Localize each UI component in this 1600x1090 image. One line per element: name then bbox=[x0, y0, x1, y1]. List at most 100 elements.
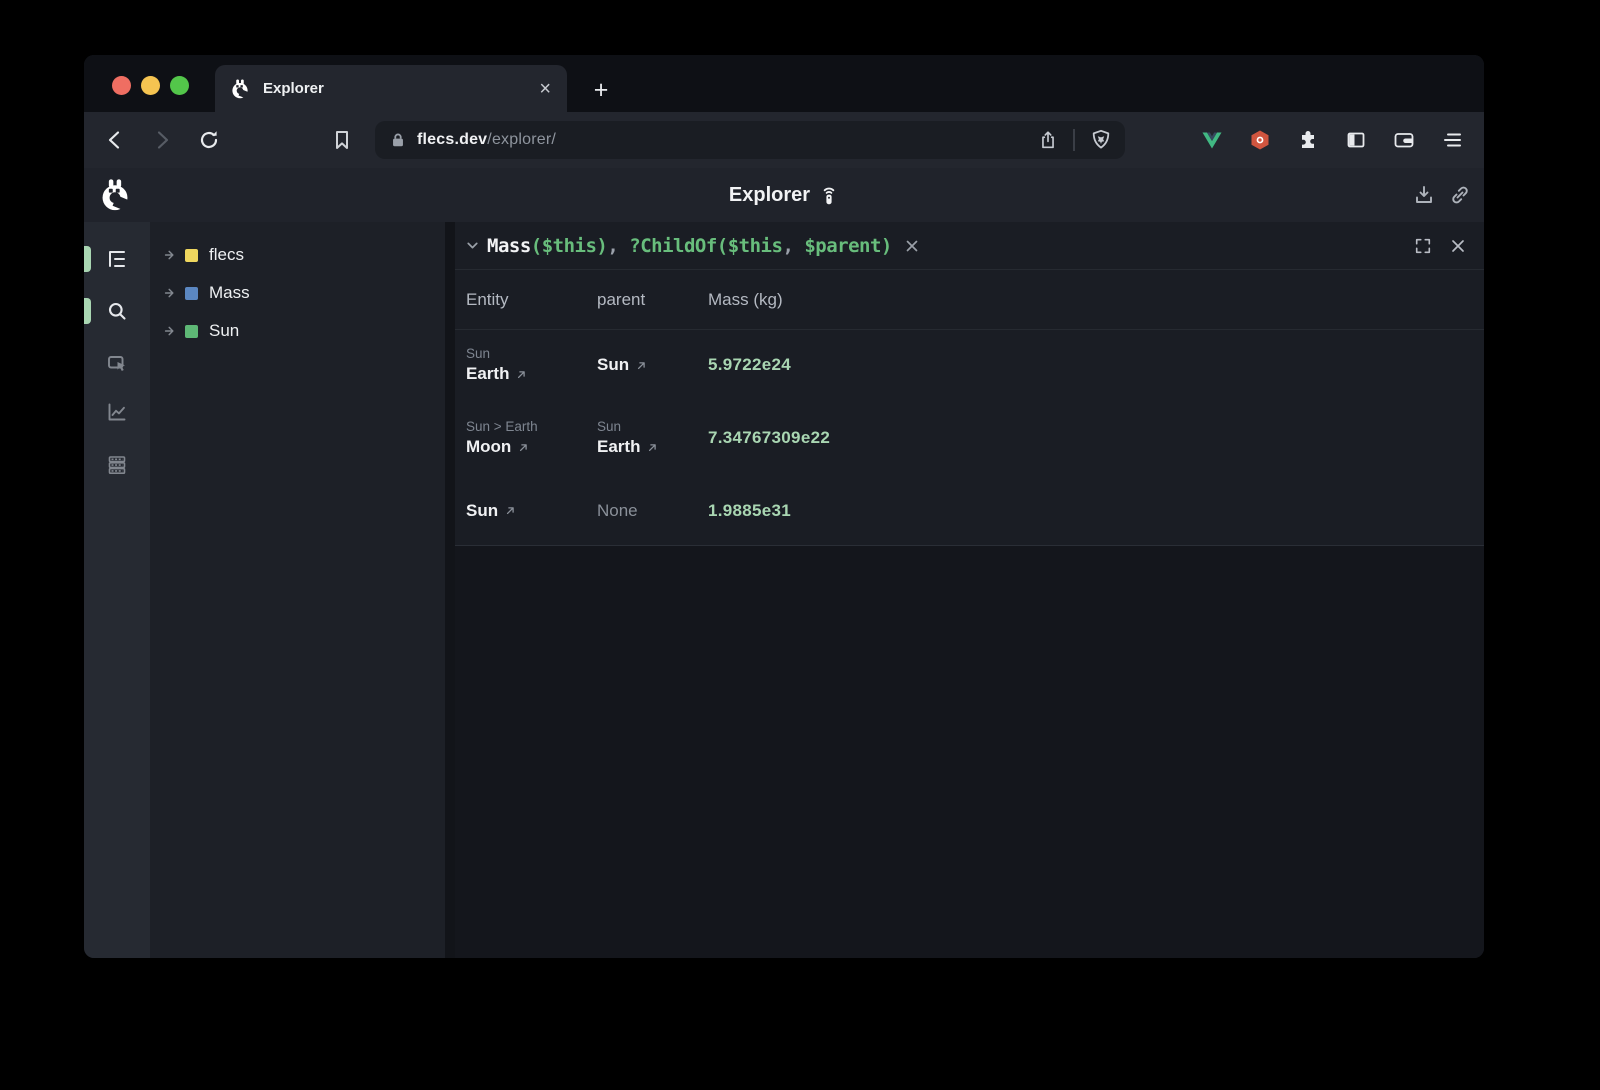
tree-item-label: Mass bbox=[209, 283, 250, 303]
header-actions bbox=[1412, 183, 1472, 207]
url-path: /explorer/ bbox=[487, 131, 556, 148]
tree-item[interactable]: Mass bbox=[150, 274, 445, 312]
mass-value: 7.34767309e22 bbox=[708, 428, 1484, 448]
new-tab-button[interactable]: + bbox=[587, 78, 615, 103]
browser-toolbar: flecs.dev/explorer/ bbox=[84, 112, 1484, 168]
page-title-text: Explorer bbox=[729, 184, 810, 207]
column-header-entity: Entity bbox=[466, 290, 597, 310]
browser-tab-strip: Explorer × + bbox=[84, 55, 1484, 112]
lock-icon bbox=[389, 131, 407, 149]
page-title: Explorer bbox=[84, 168, 1484, 222]
sidebar-toggle-icon[interactable] bbox=[1344, 128, 1368, 152]
open-entity-arrow-icon[interactable] bbox=[515, 368, 528, 381]
url-bar[interactable]: flecs.dev/explorer/ bbox=[375, 121, 1125, 159]
tree-item[interactable]: Sun bbox=[150, 312, 445, 350]
url-text: flecs.dev/explorer/ bbox=[417, 131, 556, 149]
close-panel-icon[interactable] bbox=[1450, 238, 1466, 254]
active-indicator-search bbox=[84, 298, 91, 324]
table-row: Sun > Earth Moon Sun Earth bbox=[455, 400, 1484, 476]
parent-cell: None bbox=[597, 501, 708, 521]
chevron-down-icon[interactable] bbox=[464, 237, 481, 254]
parent-cell[interactable]: Sun bbox=[597, 355, 708, 375]
entity-cell[interactable]: Sun bbox=[466, 501, 597, 521]
flecs-favicon bbox=[229, 78, 251, 100]
entity-link[interactable]: Earth bbox=[466, 364, 509, 384]
tree-item-list: flecs Mass Sun bbox=[150, 236, 445, 350]
chart-icon[interactable] bbox=[105, 400, 129, 424]
hexagon-extension-icon[interactable] bbox=[1248, 128, 1272, 152]
parent-link[interactable]: None bbox=[597, 501, 638, 521]
desktop-background: Explorer × + flecs.dev/explorer/ bbox=[0, 0, 1600, 1090]
extension-icons bbox=[1200, 128, 1464, 152]
tree-item-label: Sun bbox=[209, 321, 239, 341]
extensions-puzzle-icon[interactable] bbox=[1296, 128, 1320, 152]
link-icon[interactable] bbox=[1448, 183, 1472, 207]
content-area: flecs Mass Sun bbox=[84, 222, 1484, 958]
query-expression[interactable]: Mass($this), ?ChildOf($this, $parent) bbox=[487, 235, 892, 257]
tree-item[interactable]: flecs bbox=[150, 236, 445, 274]
mass-value: 1.9885e31 bbox=[708, 501, 1484, 521]
search-icon[interactable] bbox=[105, 299, 129, 323]
share-icon[interactable] bbox=[1037, 129, 1059, 151]
expand-arrow-icon[interactable] bbox=[162, 247, 178, 263]
entity-cell[interactable]: Sun Earth bbox=[466, 346, 597, 384]
entity-color-swatch bbox=[185, 287, 198, 300]
open-entity-arrow-icon[interactable] bbox=[504, 504, 517, 517]
panel-divider bbox=[445, 222, 455, 958]
parent-link[interactable]: Earth bbox=[597, 437, 640, 457]
window-controls bbox=[112, 76, 189, 95]
wallet-icon[interactable] bbox=[1392, 128, 1416, 152]
menu-hamburger-icon[interactable] bbox=[1440, 128, 1464, 152]
close-tab-icon[interactable]: × bbox=[539, 79, 551, 99]
entity-link[interactable]: Sun bbox=[466, 501, 498, 521]
minimize-window-button[interactable] bbox=[141, 76, 160, 95]
column-header-parent: parent bbox=[597, 290, 708, 310]
active-indicator-tree bbox=[84, 246, 91, 272]
column-header-mass: Mass (kg) bbox=[708, 290, 1484, 310]
parent-link[interactable]: Sun bbox=[597, 355, 629, 375]
app-header: Explorer bbox=[84, 168, 1484, 222]
table-row: Sun Earth Sun bbox=[455, 330, 1484, 400]
sidebar-rail bbox=[84, 222, 150, 958]
rows-icon[interactable] bbox=[105, 453, 129, 477]
vue-devtools-icon[interactable] bbox=[1200, 128, 1224, 152]
entity-color-swatch bbox=[185, 325, 198, 338]
toolbar-divider bbox=[1073, 129, 1075, 151]
mass-value: 5.9722e24 bbox=[708, 355, 1484, 375]
url-domain: flecs.dev bbox=[417, 131, 487, 148]
reload-button[interactable] bbox=[197, 128, 221, 152]
query-bar: Mass($this), ?ChildOf($this, $parent) bbox=[455, 222, 1484, 270]
query-panel: Mass($this), ?ChildOf($this, $parent) En… bbox=[455, 222, 1484, 958]
expand-arrow-icon[interactable] bbox=[162, 285, 178, 301]
parent-cell[interactable]: Sun Earth bbox=[597, 419, 708, 457]
tree-view-icon[interactable] bbox=[105, 247, 129, 271]
entity-parent-path: Sun bbox=[466, 346, 597, 361]
download-icon[interactable] bbox=[1412, 183, 1436, 207]
zoom-window-button[interactable] bbox=[170, 76, 189, 95]
parent-parent-path: Sun bbox=[597, 419, 708, 434]
entity-link[interactable]: Moon bbox=[466, 437, 511, 457]
fullscreen-icon[interactable] bbox=[1414, 237, 1432, 255]
remote-connection-icon[interactable] bbox=[819, 184, 839, 206]
open-parent-arrow-icon[interactable] bbox=[646, 441, 659, 454]
inspector-icon[interactable] bbox=[105, 352, 129, 376]
back-button[interactable] bbox=[103, 128, 127, 152]
open-parent-arrow-icon[interactable] bbox=[635, 359, 648, 372]
forward-button[interactable] bbox=[150, 128, 174, 152]
entity-parent-path: Sun > Earth bbox=[466, 419, 597, 434]
browser-tab[interactable]: Explorer × bbox=[215, 65, 567, 112]
entity-color-swatch bbox=[185, 249, 198, 262]
close-window-button[interactable] bbox=[112, 76, 131, 95]
entity-tree-panel: flecs Mass Sun bbox=[150, 222, 445, 958]
entity-cell[interactable]: Sun > Earth Moon bbox=[466, 419, 597, 457]
table-body: Sun Earth Sun bbox=[455, 330, 1484, 546]
clear-query-icon[interactable] bbox=[904, 238, 920, 254]
expand-arrow-icon[interactable] bbox=[162, 323, 178, 339]
browser-window: Explorer × + flecs.dev/explorer/ bbox=[84, 55, 1484, 958]
open-entity-arrow-icon[interactable] bbox=[517, 441, 530, 454]
brave-shield-icon[interactable] bbox=[1089, 128, 1113, 152]
tab-title: Explorer bbox=[263, 80, 539, 97]
bookmark-icon[interactable] bbox=[330, 128, 354, 152]
results-empty-area bbox=[455, 546, 1484, 958]
tree-item-label: flecs bbox=[209, 245, 244, 265]
